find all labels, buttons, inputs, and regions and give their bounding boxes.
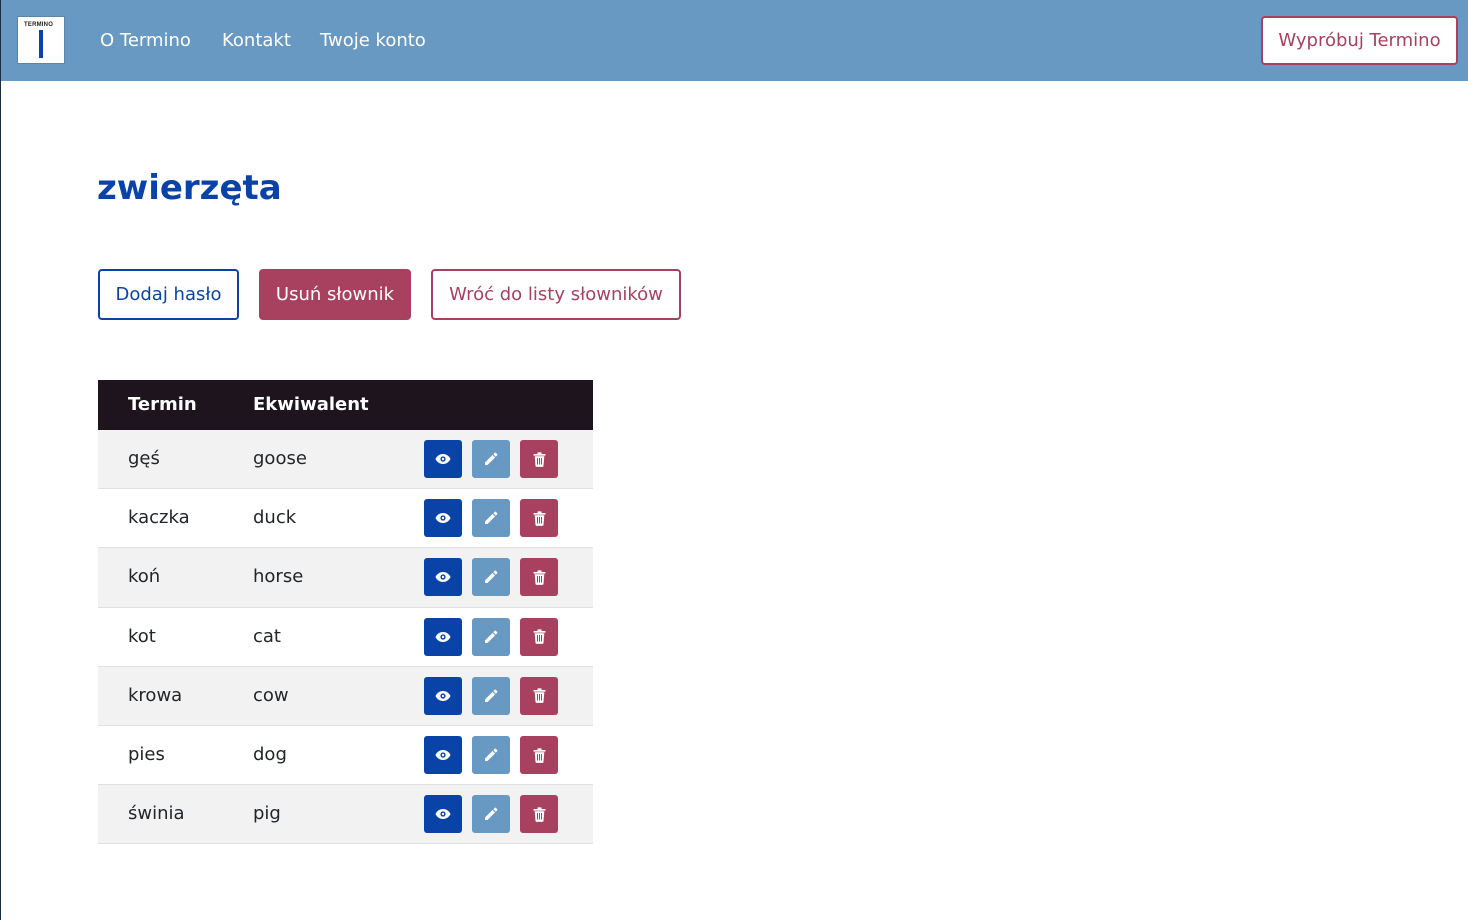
trash-icon xyxy=(533,807,546,822)
logo-mark-icon xyxy=(39,30,43,58)
nav-link-about[interactable]: O Termino xyxy=(100,29,191,53)
column-header-term: Termin xyxy=(128,394,197,415)
trash-icon xyxy=(533,451,546,467)
term-cell: pies xyxy=(128,744,165,766)
equivalent-cell: cat xyxy=(253,625,281,647)
eye-icon xyxy=(435,631,451,643)
equivalent-cell: goose xyxy=(253,448,307,470)
view-entry-button[interactable] xyxy=(424,440,462,479)
eye-icon xyxy=(435,808,451,820)
table-row: koń horse xyxy=(98,548,593,608)
view-entry-button[interactable] xyxy=(424,499,462,538)
logo-text: TERMINO xyxy=(24,22,54,28)
term-cell: kot xyxy=(128,625,156,647)
delete-entry-button[interactable] xyxy=(520,558,558,597)
term-cell: koń xyxy=(128,566,161,588)
equivalent-cell: duck xyxy=(253,507,297,529)
equivalent-cell: cow xyxy=(253,684,289,706)
eye-icon xyxy=(435,690,451,702)
term-cell: kaczka xyxy=(128,507,190,529)
equivalent-cell: dog xyxy=(253,744,287,766)
edit-entry-button[interactable] xyxy=(472,440,510,479)
table-row: kot cat xyxy=(98,607,593,667)
trash-icon xyxy=(533,688,546,704)
view-entry-button[interactable] xyxy=(424,558,462,597)
table-row: krowa cow xyxy=(98,666,593,726)
delete-dictionary-button[interactable]: Usuń słownik xyxy=(259,269,411,320)
edit-entry-button[interactable] xyxy=(472,676,510,715)
view-entry-button[interactable] xyxy=(424,736,462,775)
delete-entry-button[interactable] xyxy=(520,736,558,775)
table-row: pies dog xyxy=(98,725,593,786)
eye-icon xyxy=(435,512,451,524)
table-body: gęś goose kaczka duck koń horse kot cat krowa cow… xyxy=(98,430,593,845)
column-header-equivalent: Ekwiwalent xyxy=(253,394,369,415)
edit-entry-button[interactable] xyxy=(472,558,510,597)
eye-icon xyxy=(435,453,451,465)
page-title: zwierzęta xyxy=(97,168,282,208)
pencil-icon xyxy=(484,452,498,466)
term-cell: krowa xyxy=(128,684,183,706)
eye-icon xyxy=(435,571,451,583)
pencil-icon xyxy=(484,630,498,644)
delete-entry-button[interactable] xyxy=(520,795,558,834)
edit-entry-button[interactable] xyxy=(472,795,510,834)
delete-entry-button[interactable] xyxy=(520,676,558,715)
delete-entry-button[interactable] xyxy=(520,617,558,656)
trash-icon xyxy=(533,629,546,645)
terms-table: Termin Ekwiwalent gęś goose kaczka duck koń h… xyxy=(98,380,593,845)
edit-entry-button[interactable] xyxy=(472,617,510,656)
view-entry-button[interactable] xyxy=(424,676,462,715)
equivalent-cell: horse xyxy=(253,566,304,588)
trash-icon xyxy=(533,747,546,763)
pencil-icon xyxy=(484,689,498,703)
pencil-icon xyxy=(484,511,498,525)
table-row: świnia pig xyxy=(98,785,593,845)
view-entry-button[interactable] xyxy=(424,795,462,834)
back-to-dictionaries-button[interactable]: Wróć do listy słowników xyxy=(431,269,681,320)
table-header: Termin Ekwiwalent xyxy=(98,380,593,430)
add-entry-button[interactable]: Dodaj hasło xyxy=(98,269,239,320)
delete-entry-button[interactable] xyxy=(520,499,558,538)
trash-icon xyxy=(533,511,546,526)
term-cell: świnia xyxy=(128,803,185,825)
term-cell: gęś xyxy=(128,448,160,470)
eye-icon xyxy=(435,749,451,761)
trash-icon xyxy=(533,570,546,585)
try-termino-button[interactable]: Wypróbuj Termino xyxy=(1261,16,1458,65)
pencil-icon xyxy=(484,807,498,821)
table-row: kaczka duck xyxy=(98,489,593,549)
navbar: TERMINO O Termino Kontakt Twoje konto Wy… xyxy=(1,0,1468,81)
edit-entry-button[interactable] xyxy=(472,499,510,538)
delete-entry-button[interactable] xyxy=(520,440,558,479)
view-entry-button[interactable] xyxy=(424,617,462,656)
table-row: gęś goose xyxy=(98,430,593,490)
pencil-icon xyxy=(484,748,498,762)
nav-link-contact[interactable]: Kontakt xyxy=(222,29,291,53)
equivalent-cell: pig xyxy=(253,803,281,825)
edit-entry-button[interactable] xyxy=(472,736,510,775)
nav-link-account[interactable]: Twoje konto xyxy=(320,29,426,53)
termino-logo[interactable]: TERMINO xyxy=(17,16,65,64)
pencil-icon xyxy=(484,570,498,584)
